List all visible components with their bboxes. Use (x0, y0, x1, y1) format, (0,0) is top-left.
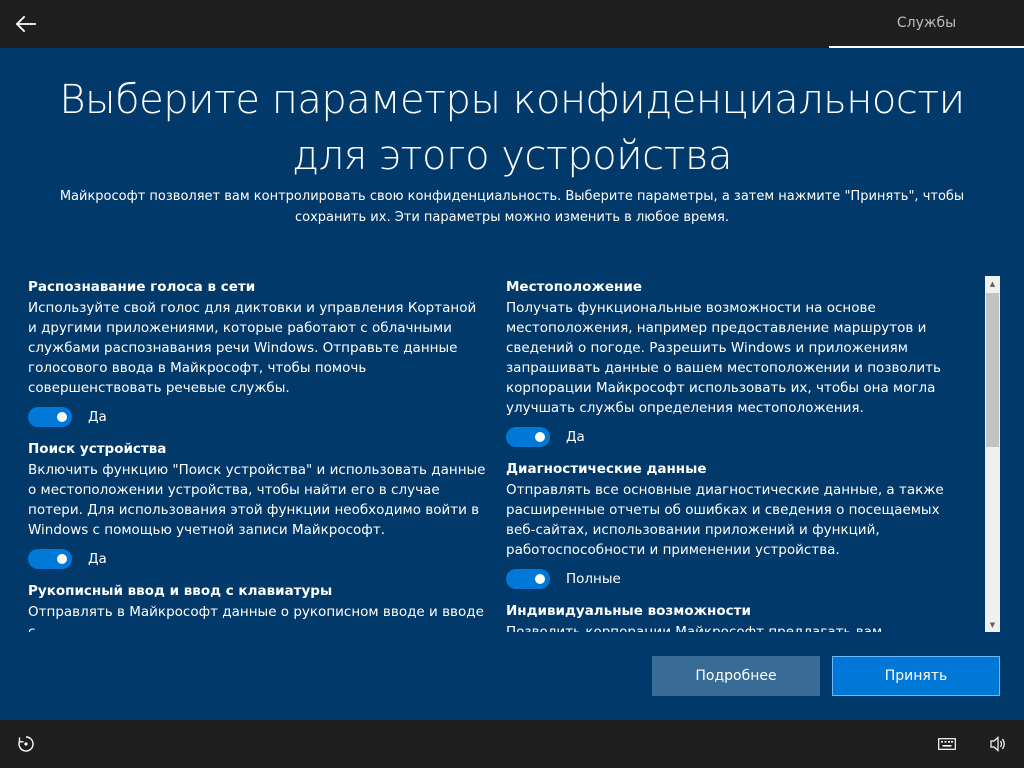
toggle-state-label: Да (88, 551, 107, 567)
online-speech-toggle[interactable] (28, 407, 72, 427)
diagnostic-data-toggle[interactable] (506, 569, 550, 589)
setting-description: Отправлять в Майкрософт данные о рукопис… (28, 604, 484, 632)
toggle-state-label: Да (566, 429, 585, 445)
volume-icon (990, 736, 1005, 752)
toggle-knob (57, 554, 67, 564)
setting-tailored-experiences: Индивидуальные возможности Позволить кор… (506, 600, 966, 632)
toggle-knob (57, 412, 67, 422)
setting-diagnostic-data: Диагностические данные Отправлять все ос… (506, 458, 966, 590)
vertical-scrollbar[interactable]: ▲ ▼ (985, 276, 1000, 632)
setting-online-speech: Распознавание голоса в сети Используйте … (28, 276, 488, 428)
toggle-state-label: Да (88, 409, 107, 425)
back-button[interactable] (8, 6, 44, 42)
keyboard-button[interactable] (935, 732, 959, 756)
scroll-up-arrow-icon[interactable]: ▲ (985, 276, 1000, 291)
location-toggle[interactable] (506, 427, 550, 447)
setting-description: Отправлять все основные диагностические … (506, 482, 944, 558)
keyboard-icon (938, 738, 956, 750)
settings-column-right: Местоположение Получать функциональные в… (506, 276, 966, 632)
setting-heading: Индивидуальные возможности (506, 603, 751, 619)
ease-of-access-button[interactable] (14, 732, 38, 756)
scroll-down-arrow-icon[interactable]: ▼ (985, 617, 1000, 632)
setting-heading: Рукописный ввод и ввод с клавиатуры (28, 583, 333, 599)
ease-of-access-icon (18, 736, 34, 752)
toggle-knob (535, 432, 545, 442)
setting-description: Получать функциональные возможности на о… (506, 300, 941, 416)
setting-description: Позволить корпорации Майкрософт предлага… (506, 624, 883, 632)
find-my-device-toggle[interactable] (28, 549, 72, 569)
arrow-left-icon (16, 16, 36, 32)
toggle-row: Полные (506, 568, 966, 590)
setting-location: Местоположение Получать функциональные в… (506, 276, 966, 448)
setting-find-my-device: Поиск устройства Включить функцию "Поиск… (28, 438, 488, 570)
page-title: Выберите параметры конфиденциальности дл… (59, 77, 965, 179)
toggle-row: Да (506, 426, 966, 448)
page-subtitle: Майкрософт позволяет вам контролировать … (59, 189, 965, 225)
accept-button[interactable]: Принять (832, 656, 1000, 696)
setting-heading: Диагностические данные (506, 461, 707, 477)
setting-description: Используйте свой голос для диктовки и уп… (28, 300, 477, 396)
setting-description: Включить функцию "Поиск устройства" и ис… (28, 462, 486, 538)
settings-scroll-region[interactable]: Распознавание голоса в сети Используйте … (0, 276, 1002, 632)
top-bar: Службы (0, 0, 1024, 48)
toggle-row: Да (28, 548, 488, 570)
toggle-knob (535, 574, 545, 584)
setting-heading: Распознавание голоса в сети (28, 279, 256, 295)
volume-button[interactable] (986, 732, 1010, 756)
tab-services[interactable]: Службы (829, 0, 1024, 48)
learn-more-button[interactable]: Подробнее (652, 656, 820, 696)
toggle-state-label: Полные (566, 571, 621, 587)
setting-heading: Местоположение (506, 279, 642, 295)
bottom-bar (0, 720, 1024, 768)
scrollbar-thumb[interactable] (986, 293, 999, 447)
setting-inking-typing: Рукописный ввод и ввод с клавиатуры Отпр… (28, 580, 488, 632)
settings-column-left: Распознавание голоса в сети Используйте … (28, 276, 488, 632)
setting-heading: Поиск устройства (28, 441, 167, 457)
toggle-row: Да (28, 406, 488, 428)
